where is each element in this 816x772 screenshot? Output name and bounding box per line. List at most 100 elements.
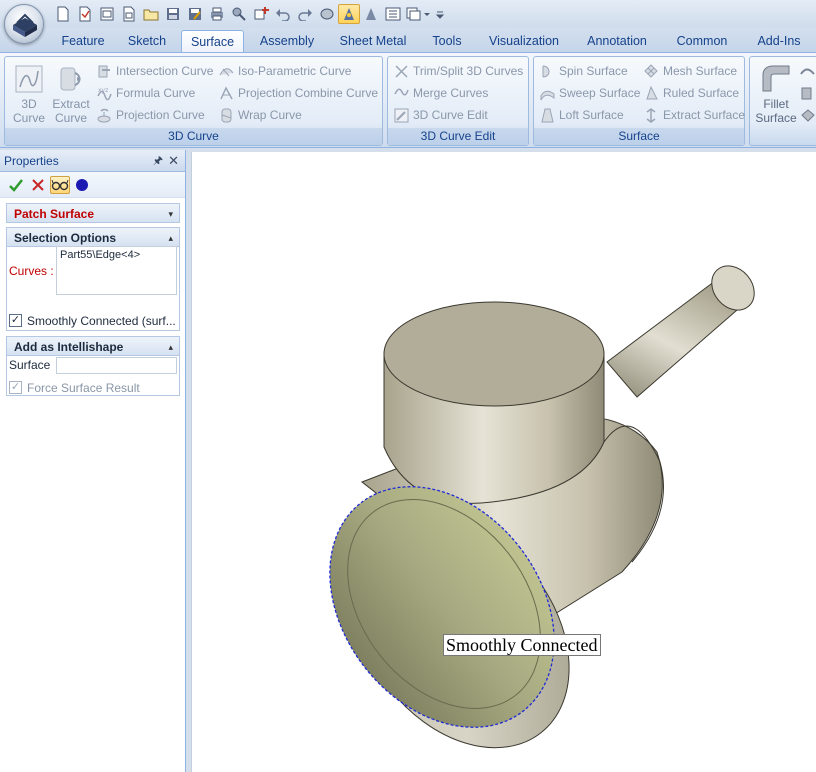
trim-split-icon [394, 64, 409, 79]
new-part-icon[interactable] [74, 4, 96, 24]
application-menu-button[interactable] [4, 4, 44, 44]
save-icon[interactable] [162, 4, 184, 24]
properties-title: Properties [4, 154, 59, 168]
add-as-intellishape-title: Add as Intellishape [14, 340, 124, 354]
tab-annotation[interactable]: Annotation [578, 30, 656, 52]
projection-curve-label: Projection Curve [116, 108, 205, 122]
properties-toolbar [0, 172, 185, 198]
wrap-curve-label: Wrap Curve [238, 108, 302, 122]
part-model-render[interactable] [192, 152, 816, 772]
ribbon: 3D Curve Extract Curve Intersection Curv… [0, 52, 816, 148]
tab-sheet-metal[interactable]: Sheet Metal [334, 30, 412, 52]
intellishape-icon[interactable] [338, 4, 360, 24]
3d-viewport[interactable]: Smoothly Connected [191, 152, 816, 772]
extract-curve-label-line1: Extract [52, 97, 90, 111]
3d-curve-button[interactable]: 3D Curve [9, 63, 49, 125]
group-surface: Spin Surface Sweep Surface Loft Surface … [533, 56, 745, 146]
iso-parametric-curve-button[interactable]: Iso-Parametric Curve [219, 61, 351, 81]
projection-curve-button[interactable]: Projection Curve [97, 105, 205, 125]
intersection-curve-button[interactable]: Intersection Curve [97, 61, 213, 81]
projection-combine-curve-button[interactable]: Projection Combine Curve [219, 83, 378, 103]
customize-toolbar-icon[interactable] [432, 4, 448, 24]
tab-assembly[interactable]: Assembly [252, 30, 322, 52]
pin-icon[interactable]: 🖈︎ [153, 150, 163, 172]
spin-surface-label: Spin Surface [559, 64, 628, 78]
extract-curve-icon [55, 63, 87, 95]
help-circle-icon[interactable] [72, 176, 92, 194]
projection-combine-curve-label: Projection Combine Curve [238, 86, 379, 100]
list-icon[interactable] [382, 4, 404, 24]
formula-curve-button[interactable]: xyz Formula Curve [97, 83, 195, 103]
chevron-up-icon: ▴ [168, 233, 173, 243]
new-assembly-icon[interactable] [118, 4, 140, 24]
tools-icon[interactable] [228, 4, 250, 24]
close-icon[interactable]: ✕ [168, 150, 179, 172]
mesh-surface-button[interactable]: Mesh Surface [644, 61, 737, 81]
extract-surface-button[interactable]: Extract Surface [644, 105, 745, 125]
tree-icon[interactable] [360, 4, 382, 24]
sweep-surface-label: Sweep Surface [559, 86, 641, 100]
trim-split-3d-curves-button[interactable]: Trim/Split 3D Curves [394, 61, 523, 81]
trim-split-label: Trim/Split 3D Curves [413, 64, 524, 78]
ruled-surface-label: Ruled Surface [663, 86, 740, 100]
open-icon[interactable] [140, 4, 162, 24]
wrap-curve-icon [219, 108, 234, 123]
ruled-surface-button[interactable]: Ruled Surface [644, 83, 739, 103]
quick-access-icons [52, 4, 448, 24]
tab-visualization[interactable]: Visualization [482, 30, 566, 52]
cancel-x-icon[interactable] [28, 176, 48, 194]
extract-curve-button[interactable]: Extract Curve [51, 63, 91, 125]
smoothly-connected-tooltip: Smoothly Connected [443, 634, 601, 656]
patch-surface-title: Patch Surface [14, 207, 95, 221]
merge-curves-label: Merge Curves [413, 86, 489, 100]
preview-glasses-icon[interactable] [50, 176, 70, 194]
curves-list[interactable]: Part55\Edge<4> [56, 246, 177, 295]
smoothly-connected-label: Smoothly Connected (surf... [27, 314, 176, 328]
new-icon[interactable] [52, 4, 74, 24]
smoothly-connected-checkbox[interactable]: ✓ [9, 314, 22, 327]
3d-curve-edit-button[interactable]: 3D Curve Edit [394, 105, 488, 125]
windows-icon[interactable] [404, 4, 432, 24]
group-3d-curve-label: 3D Curve [5, 128, 382, 145]
group-3d-curve: 3D Curve Extract Curve Intersection Curv… [4, 56, 383, 146]
save-as-icon[interactable] [184, 4, 206, 24]
fillet-tool-icon-2[interactable] [800, 83, 815, 103]
group-3d-curve-edit: Trim/Split 3D Curves Merge Curves 3D Cur… [387, 56, 529, 146]
3d-curve-icon [13, 63, 45, 95]
add-as-intellishape-header[interactable]: Add as Intellishape ▴ [6, 336, 180, 356]
print-icon[interactable] [206, 4, 228, 24]
surface-field-label: Surface [9, 358, 51, 372]
new-drawing-icon[interactable] [96, 4, 118, 24]
selection-options-header[interactable]: Selection Options ▴ [6, 227, 180, 247]
tab-sketch[interactable]: Sketch [120, 30, 174, 52]
spin-surface-icon [540, 64, 555, 79]
curves-list-item[interactable]: Part55\Edge<4> [60, 249, 173, 261]
tab-surface[interactable]: Surface [181, 30, 244, 52]
surface-name-input[interactable] [56, 357, 177, 374]
sweep-surface-button[interactable]: Sweep Surface [540, 83, 640, 103]
fillet-surface-button[interactable]: Fillet Surface [754, 63, 798, 125]
tab-add-ins[interactable]: Add-Ins [748, 30, 810, 52]
iso-parametric-curve-icon [219, 64, 234, 79]
tab-tools[interactable]: Tools [425, 30, 469, 52]
extract-surface-icon [644, 107, 659, 123]
accept-check-icon[interactable] [6, 176, 26, 194]
intersection-curve-label: Intersection Curve [116, 64, 214, 78]
spin-surface-button[interactable]: Spin Surface [540, 61, 628, 81]
add-shape-icon[interactable] [250, 4, 272, 24]
3d-curve-edit-icon [394, 108, 409, 123]
ruled-surface-icon [644, 85, 659, 101]
force-surface-result-checkbox[interactable]: ✓ [9, 381, 22, 394]
fillet-tool-icon-3[interactable] [800, 105, 815, 125]
tab-feature[interactable]: Feature [54, 30, 112, 52]
mesh-surface-label: Mesh Surface [663, 64, 738, 78]
patch-surface-section-header[interactable]: Patch Surface ▾ [6, 203, 180, 223]
tab-common[interactable]: Common [668, 30, 736, 52]
merge-curves-button[interactable]: Merge Curves [394, 83, 488, 103]
undo-icon[interactable] [272, 4, 294, 24]
fillet-tool-icon-1[interactable] [800, 61, 815, 81]
wrap-curve-button[interactable]: Wrap Curve [219, 105, 302, 125]
smart-shape-icon[interactable] [316, 4, 338, 24]
loft-surface-button[interactable]: Loft Surface [540, 105, 624, 125]
redo-icon[interactable] [294, 4, 316, 24]
